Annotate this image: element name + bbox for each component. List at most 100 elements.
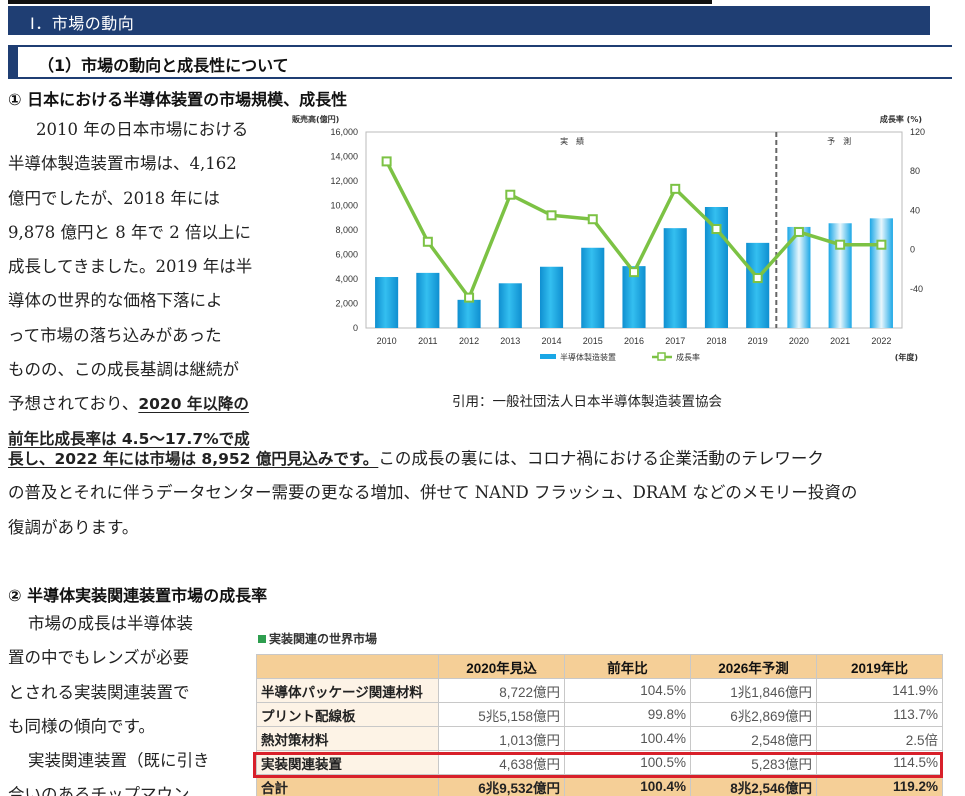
para1-line: 億円でしたが、2018 年には: [8, 188, 220, 208]
para1-line: 予想されており、2020 年以降の: [8, 387, 283, 421]
table-row: 半導体パッケージ関連材料 8,722億円 104.5% 1兆1,846億円 14…: [256, 678, 943, 703]
table-header-cell: 2020年見込: [438, 654, 565, 679]
growth-point-2019: [752, 273, 763, 284]
paragraph-market-size-cont: 長し、2022 年には市場は 8,952 億円見込みです。この成長の裏には、コロ…: [8, 442, 953, 545]
legend-line-label: 成長率: [676, 352, 700, 362]
table-cell: 6兆2,869億円: [690, 702, 817, 727]
chart-citation: 引用：一般社団法人日本半導体製造装置協会: [452, 394, 722, 410]
table-header-row: 2020年見込 前年比 2026年予測 2019年比: [256, 654, 943, 679]
table-cell: 8,722億円: [438, 678, 565, 703]
table-header-cell: 2019年比: [816, 654, 943, 679]
legend-line-marker: [657, 352, 666, 361]
bar-2015: [581, 247, 605, 328]
heading-market-size: ① 日本における半導体装置の市場規模、成長性: [8, 90, 348, 109]
right-axis-title: 成長率 (%): [880, 114, 922, 124]
table-header-cell: [256, 654, 439, 679]
growth-point-2010: [381, 156, 392, 167]
green-square-icon: [258, 635, 266, 643]
x-tick-label: 2019: [748, 336, 768, 346]
x-tick-label: 2011: [418, 336, 437, 346]
bar-2012: [457, 299, 481, 328]
table-cell: 1兆1,846億円: [690, 678, 817, 703]
heading-mounting-growth: ② 半導体実装関連装置市場の成長率: [8, 586, 268, 605]
para1-line: 9,878 億円と 8 年で 2 倍以上に: [8, 222, 251, 242]
table-title: 実装関連の世界市場: [258, 630, 377, 647]
left-axis-title: 販売高(億円): [292, 114, 339, 124]
table-row: プリント配線板 5兆5,158億円 99.8% 6兆2,869億円 113.7%: [256, 702, 943, 727]
table-title-text: 実装関連の世界市場: [269, 632, 378, 646]
para1-plain: この成長の裏には、コロナ禍における企業活動のテレワーク: [378, 449, 824, 468]
growth-point-2014: [546, 210, 557, 221]
para2-line: 置の中でもレンズが必要: [8, 648, 190, 668]
table-cell: 99.8%: [564, 702, 691, 727]
right-tick-label: 80: [910, 166, 920, 176]
x-tick-label: 2017: [665, 336, 685, 346]
highlight-box-mounting-equipment: [253, 752, 943, 778]
bar-2011: [416, 272, 440, 328]
growth-point-2015: [587, 214, 598, 225]
left-tick-label: 16,000: [330, 127, 358, 137]
table-header-cell: 前年比: [564, 654, 691, 679]
para2-line: も同様の傾向です。: [8, 716, 155, 736]
left-tick-label: 0: [353, 323, 358, 333]
left-tick-label: 6,000: [335, 250, 358, 260]
para2-line: 実装関連装置（既に引き: [28, 751, 210, 771]
subsection-bottom-rule: [8, 77, 952, 79]
left-tick-label: 14,000: [330, 152, 358, 162]
subsection-tab: [8, 45, 18, 79]
table-cell: 104.5%: [564, 678, 691, 703]
para1-line: って市場の落ち込みがあった: [8, 325, 222, 345]
left-tick-label: 12,000: [330, 176, 358, 186]
subsection-title-bar: （1）市場の動向と成長性について: [8, 45, 952, 79]
para1-plain: 予想されており、: [8, 394, 139, 414]
legend-bar-label: 半導体製造装置: [560, 352, 616, 362]
x-tick-label: 2014: [542, 336, 562, 346]
region-label-forecast: 予 測: [827, 136, 851, 146]
x-tick-label: 2020: [789, 336, 809, 346]
growth-point-2018: [711, 224, 722, 235]
table-cell: 113.7%: [816, 702, 943, 727]
paragraph-market-size: 2010 年の日本市場における 半導体製造装置市場は、4,162 億円でしたが、…: [8, 113, 283, 456]
table-cell: 2.5倍: [816, 726, 943, 751]
para1-line: ものの、この成長基調は継続が: [8, 360, 239, 380]
para1-line: 2010 年の日本市場における: [36, 120, 249, 139]
x-tick-label: 2018: [706, 336, 726, 346]
x-tick-label: 2012: [459, 336, 479, 346]
growth-point-2017: [670, 183, 681, 194]
subsection-title: （1）市場の動向と成長性について: [38, 56, 289, 75]
section-title: Ⅰ．市場の動向: [30, 14, 135, 33]
para1-emphasis: 長し、2022 年には市場は 8,952 億円見込みです。: [8, 450, 379, 468]
bar-2019: [746, 242, 770, 328]
x-tick-label: 2015: [583, 336, 603, 346]
chart-svg: 0 2,000 4,000 6,000 8,000 10,000 12,000 14,000 1…: [292, 114, 925, 362]
left-tick-label: 4,000: [335, 274, 358, 284]
left-tick-label: 10,000: [330, 201, 358, 211]
para1-line: 成長してきました。2019 年は半: [8, 257, 253, 277]
x-tick-label: 2013: [500, 336, 520, 346]
growth-point-2012: [464, 292, 475, 303]
growth-point-2020: [793, 226, 804, 237]
x-tick-label: 2010: [377, 336, 397, 346]
semiconductor-market-chart: 0 2,000 4,000 6,000 8,000 10,000 12,000 14,000 1…: [290, 112, 930, 370]
growth-point-2022: [876, 239, 887, 250]
para2-line: 合いのあるチップマウン: [8, 785, 190, 796]
table-cell: 2,548億円: [690, 726, 817, 751]
table-cell: 半導体パッケージ関連材料: [256, 678, 439, 703]
para1-line: 復調があります。: [8, 517, 139, 537]
para1-line: の普及とそれに伴うデータセンター需要の更なる増加、併せて NAND フラッシュ、…: [8, 483, 858, 503]
right-tick-label: -40: [910, 284, 923, 294]
x-tick-label: 2021: [830, 336, 850, 346]
bar-2014: [539, 266, 564, 328]
region-label-actual: 実 績: [560, 136, 584, 146]
bar-2021: [828, 223, 852, 328]
growth-point-2021: [835, 239, 846, 250]
para2-line: とされる実装関連装置で: [8, 682, 190, 702]
table-cell: 1,013億円: [438, 726, 565, 751]
x-axis-unit: (年度): [895, 352, 918, 362]
table-cell: 141.9%: [816, 678, 943, 703]
table-cell: 100.4%: [564, 726, 691, 751]
bar-2010: [375, 277, 399, 328]
growth-point-2016: [629, 267, 639, 278]
table-cell: プリント配線板: [256, 702, 439, 727]
right-tick-label: 0: [910, 245, 915, 255]
